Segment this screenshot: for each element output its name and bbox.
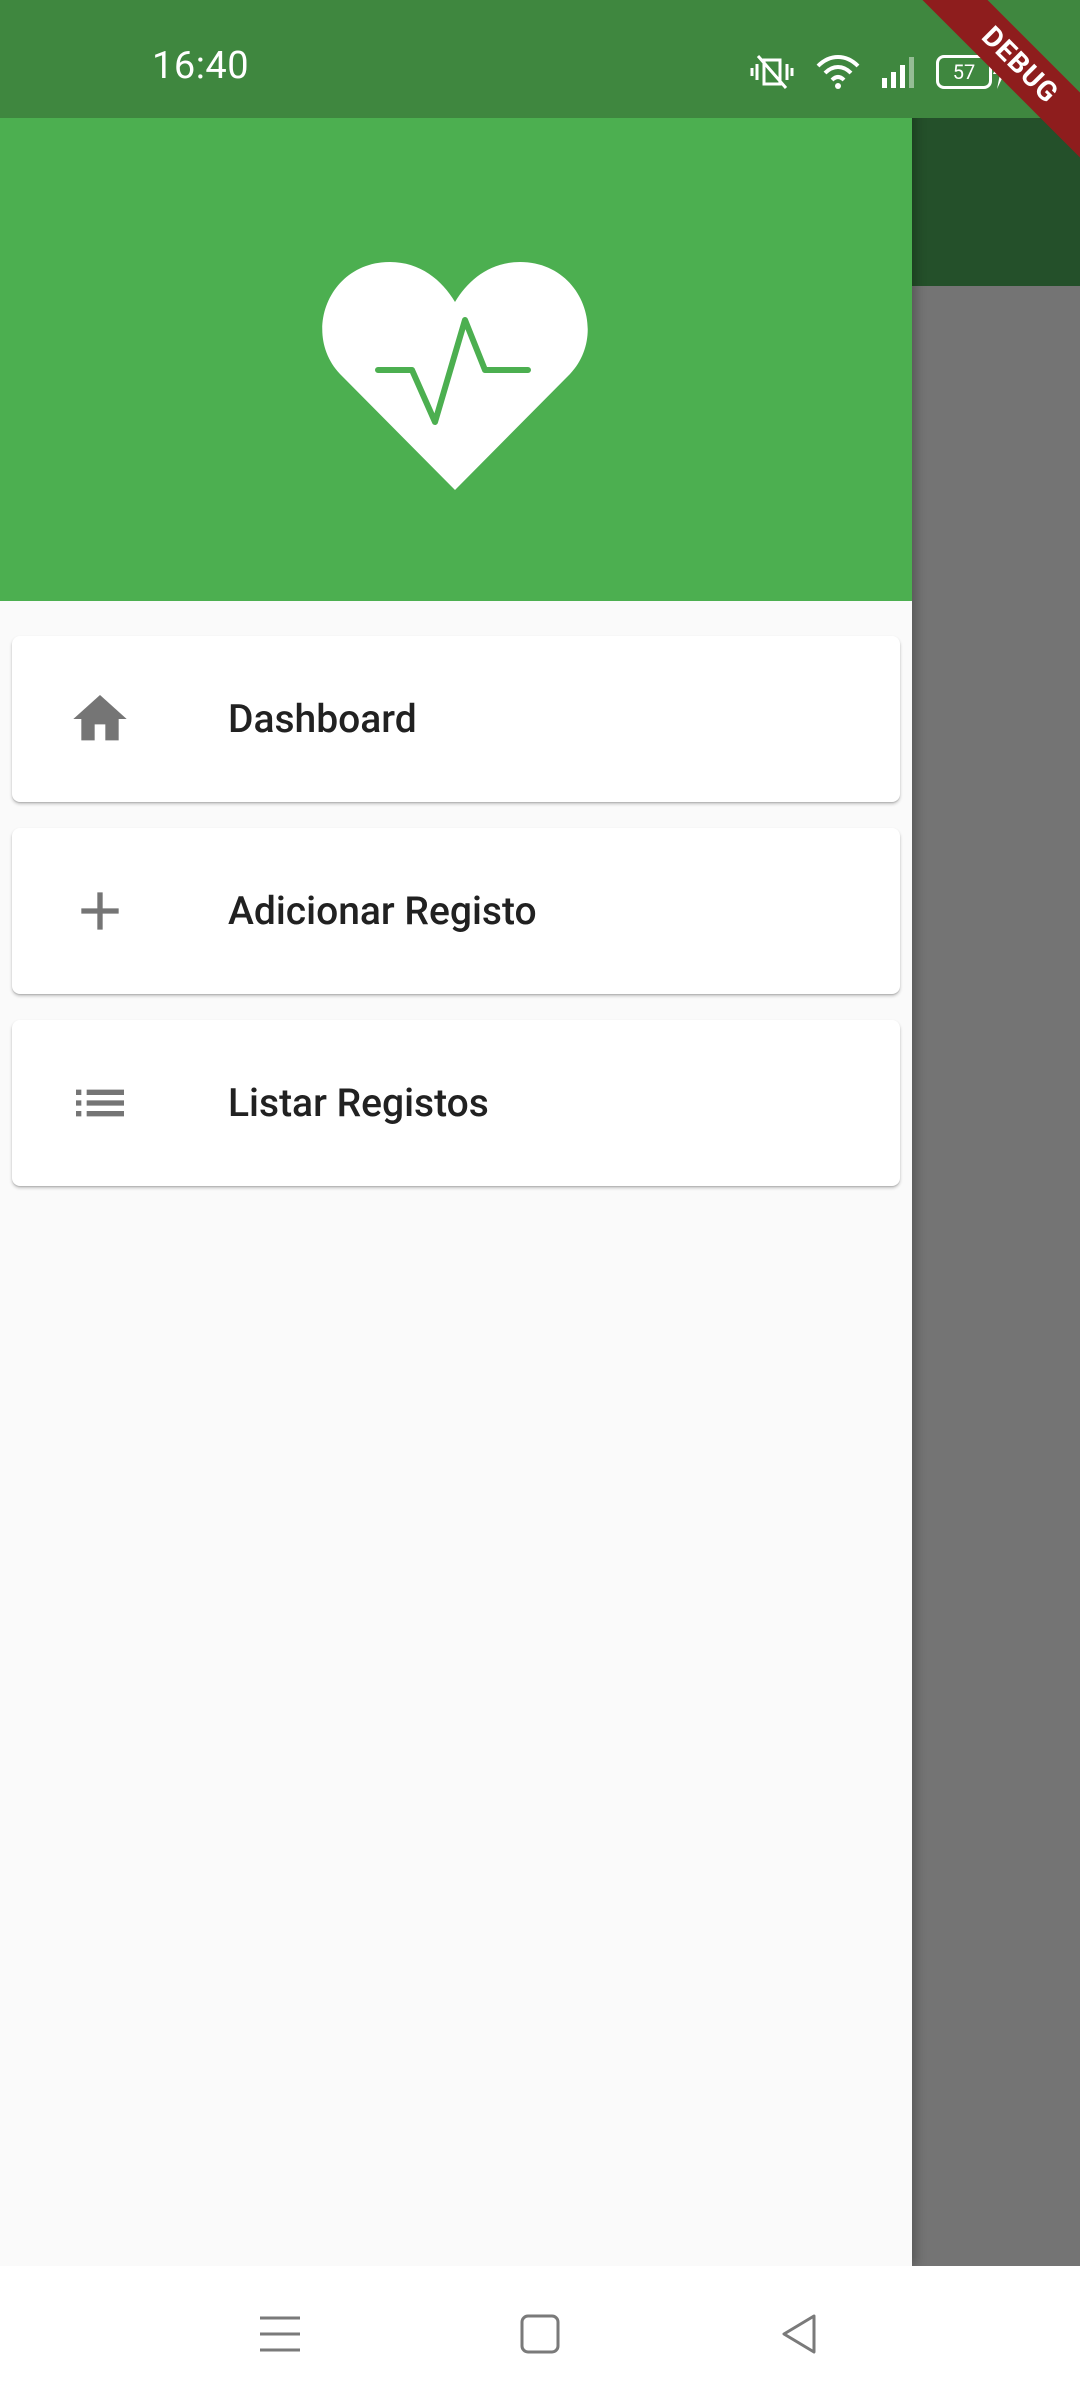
- system-navigation-bar: [0, 2266, 1080, 2400]
- list-icon: [76, 1089, 124, 1117]
- home-icon: [73, 695, 127, 741]
- drawer-item-label: Listar Registos: [228, 1080, 489, 1126]
- drawer-item-add-record[interactable]: Adicionar Registo: [12, 828, 900, 994]
- drawer-item-dashboard[interactable]: Dashboard: [12, 636, 900, 802]
- drawer-item-list-records[interactable]: Listar Registos: [12, 1020, 900, 1186]
- debug-banner: DEBUG: [910, 0, 1080, 170]
- back-triangle-icon[interactable]: [772, 2306, 828, 2362]
- debug-label: DEBUG: [911, 0, 1080, 170]
- wifi-icon: [816, 55, 860, 89]
- menu-icon[interactable]: [252, 2306, 308, 2362]
- home-square-icon[interactable]: [512, 2306, 568, 2362]
- status-time: 16:40: [152, 44, 250, 88]
- vibrate-icon: [750, 55, 794, 89]
- add-icon: [81, 892, 119, 930]
- drawer-item-label: Adicionar Registo: [228, 888, 537, 934]
- heart-pulse-icon: [322, 262, 588, 490]
- navigation-drawer: Dashboard Adicionar Registo Listar Regis…: [0, 0, 912, 2266]
- drawer-item-label: Dashboard: [228, 696, 417, 742]
